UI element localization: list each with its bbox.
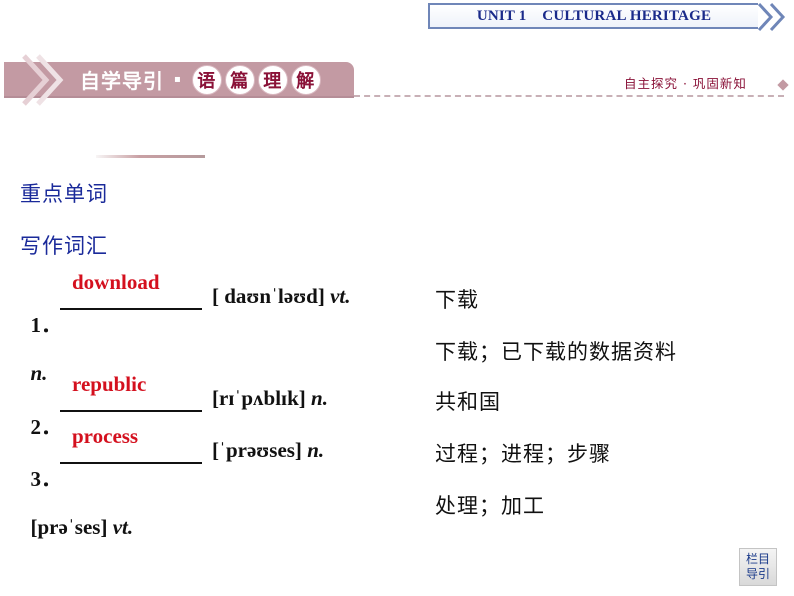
unit-header: UNIT 1 CULTURAL HERITAGE [428, 3, 758, 29]
diamond-icon [777, 79, 789, 91]
answer-blank[interactable]: process [60, 424, 202, 464]
circled-title: 语 篇 理 解 [191, 64, 321, 95]
meaning: 下载；已下载的数据资料 [435, 340, 677, 364]
phonetic: [ˈprəʊses] n. [212, 438, 324, 463]
part-of-speech: vt. [112, 515, 134, 539]
phonetic-text: [ˈprəʊses] [212, 438, 302, 462]
nav-label-line2: 导引 [745, 567, 770, 581]
circled-char: 理 [257, 64, 288, 95]
phonetic: [ daʊnˈləʊd] vt. [212, 284, 351, 309]
phonetic-text: [prəˈses] [30, 515, 108, 539]
meaning: 处理；加工 [435, 494, 545, 518]
part-of-speech: n. [311, 386, 328, 410]
meaning: 共和国 [435, 390, 501, 414]
heading-writing-vocab: 写作词汇 [20, 234, 108, 258]
answer-blank[interactable]: download [60, 270, 202, 310]
circled-char: 语 [191, 64, 222, 95]
dashed-divider [354, 95, 784, 97]
answer-text: download [72, 270, 160, 294]
section-label: 自学导引 [80, 69, 164, 93]
phonetic-text: [ daʊnˈləʊd] [212, 284, 325, 308]
part-of-speech: n. [307, 438, 325, 462]
banner-chevron-icon [22, 54, 64, 106]
part-of-speech: n. [30, 361, 48, 385]
vocab-row: [prəˈses] vt. [20, 490, 134, 540]
phonetic: [rɪˈpʌblɪk] n. [212, 386, 328, 411]
banner-separator: ▪ [174, 74, 182, 85]
nav-label-line1: 栏目 [745, 552, 770, 566]
circled-char: 篇 [224, 64, 255, 95]
meaning: 过程；进程；步骤 [435, 442, 611, 466]
circled-char: 解 [290, 64, 321, 95]
answer-text: republic [72, 372, 147, 396]
vocab-row: n. [20, 336, 48, 386]
banner-title: 自学导引 ▪ 语 篇 理 解 [80, 63, 321, 96]
decorative-line [96, 155, 205, 158]
phonetic-text: [rɪˈpʌblɪk] [212, 386, 306, 410]
section-nav-button[interactable]: 栏目 导引 [739, 548, 777, 586]
heading-key-words: 重点单词 [20, 182, 108, 206]
answer-text: process [72, 424, 139, 448]
meaning: 下载 [435, 288, 479, 312]
unit-title: UNIT 1 CULTURAL HERITAGE [476, 7, 712, 24]
answer-blank[interactable]: republic [60, 372, 202, 412]
double-chevron-right-icon [757, 2, 786, 32]
part-of-speech: vt. [330, 284, 351, 308]
right-subtitle: 自主探究 · 巩固新知 [624, 76, 747, 91]
